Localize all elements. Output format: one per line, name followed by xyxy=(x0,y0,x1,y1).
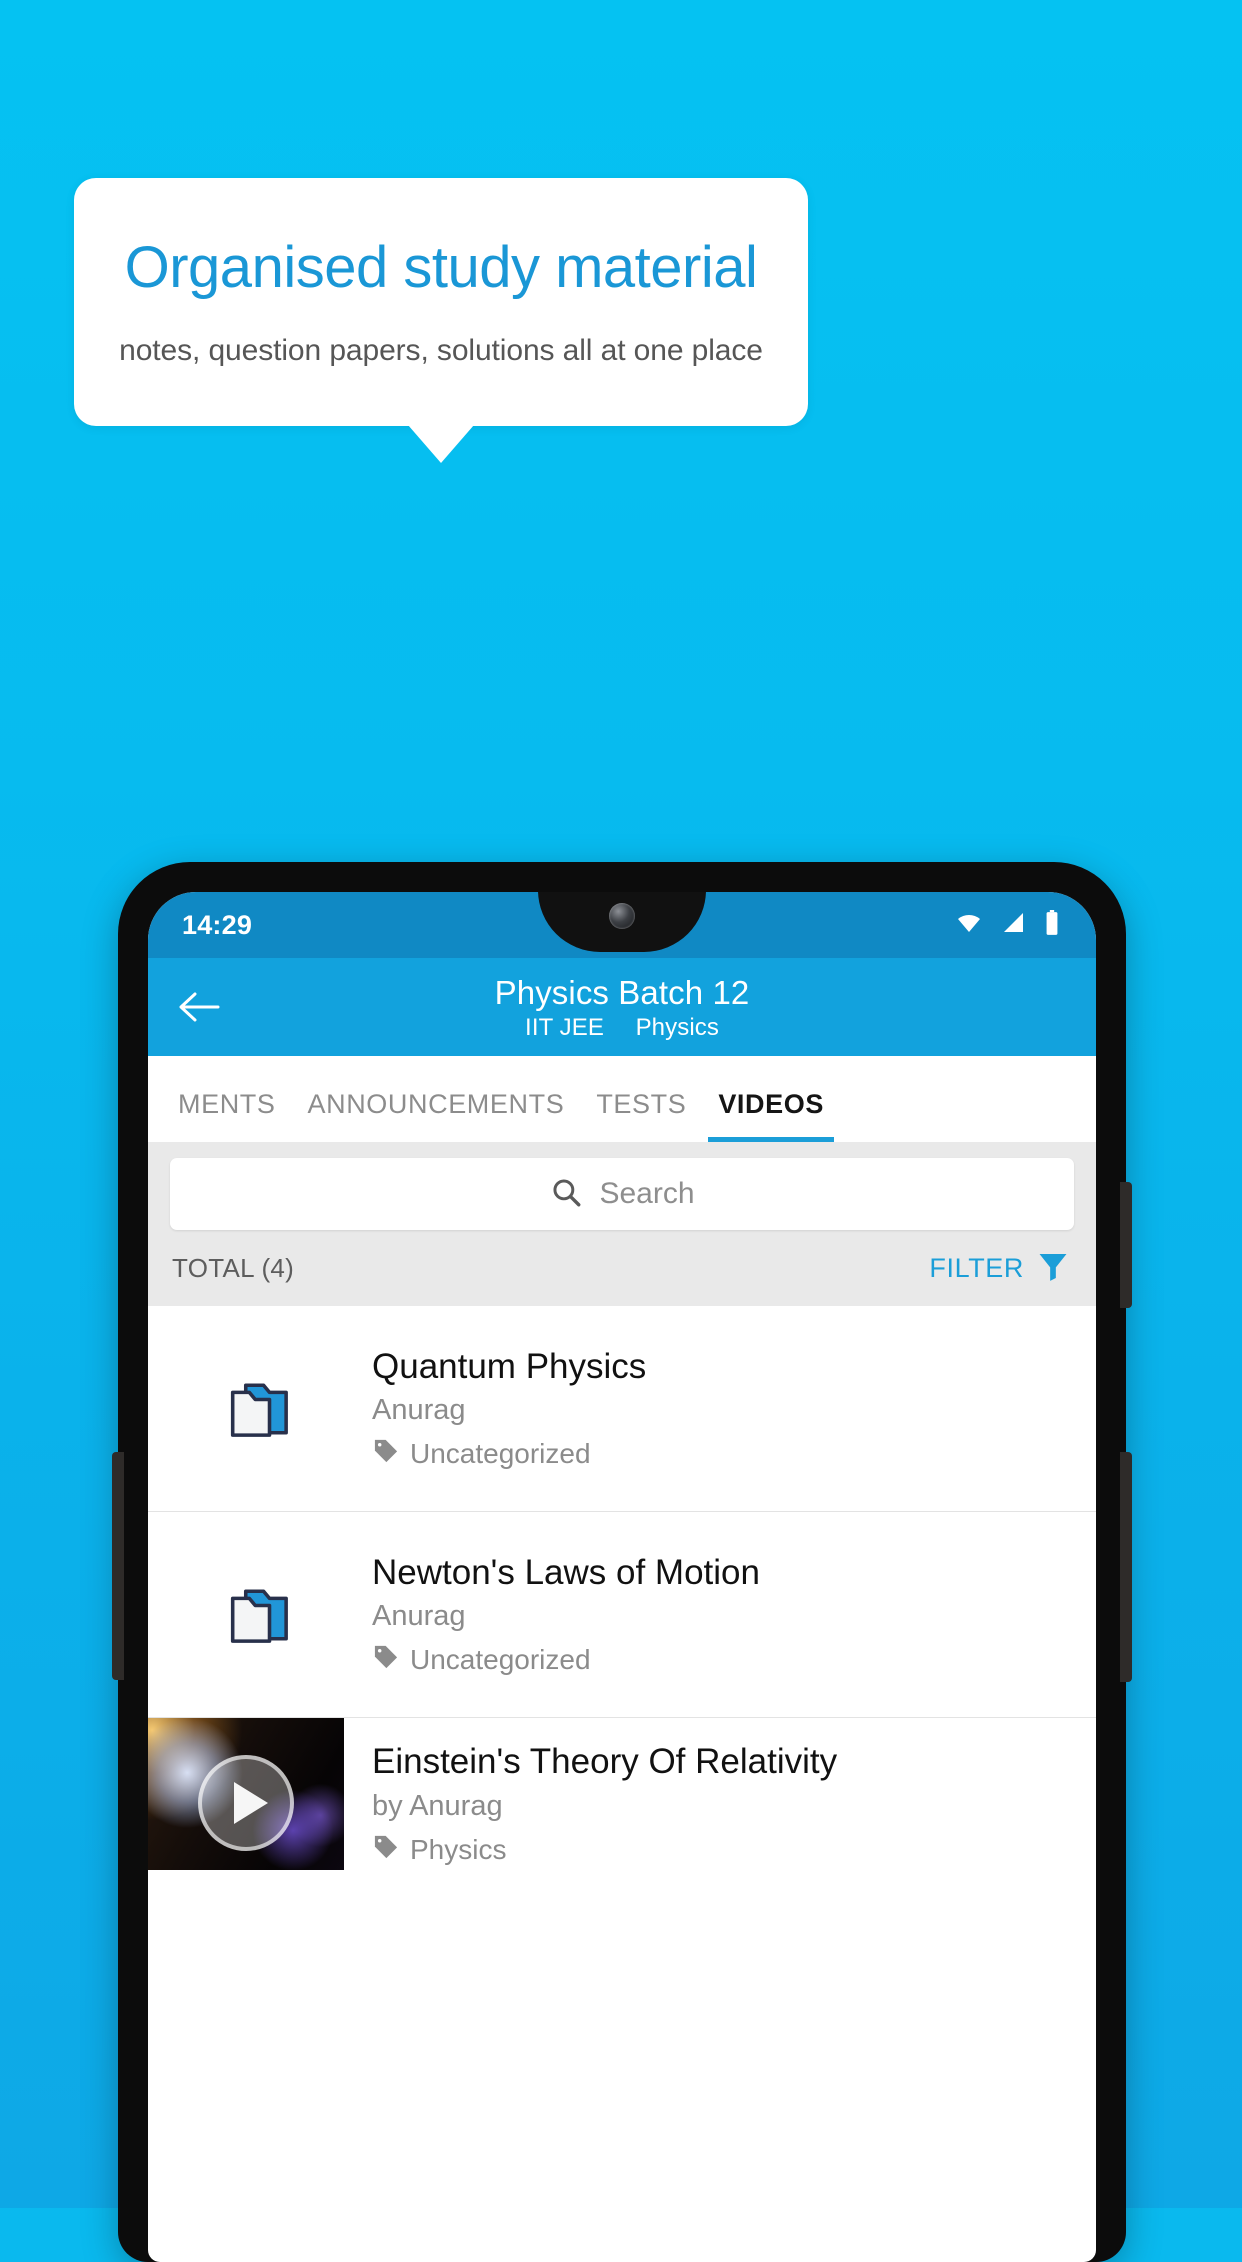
back-arrow-icon[interactable] xyxy=(176,983,224,1031)
tag-icon xyxy=(372,1437,400,1470)
list-item-tag-label: Physics xyxy=(410,1833,507,1865)
search-area: Search TOTAL (4) FILTER xyxy=(148,1142,1096,1306)
list-item-author: Anurag xyxy=(372,1600,466,1633)
promo-card: Organised study material notes, question… xyxy=(74,178,808,426)
total-count: TOTAL (4) xyxy=(172,1252,295,1283)
phone-volume-button[interactable] xyxy=(1120,1452,1132,1682)
tag-icon xyxy=(372,1833,400,1866)
tab-bar[interactable]: MENTS ANNOUNCEMENTS TESTS VIDEOS xyxy=(148,1056,1096,1142)
list-item[interactable]: Einstein's Theory Of Relativity by Anura… xyxy=(148,1718,1096,1870)
front-camera xyxy=(609,903,635,929)
phone-side-button-left[interactable] xyxy=(112,1452,124,1680)
page-subtitle: notes, question papers, solutions all at… xyxy=(119,333,763,367)
list-item-tag: Uncategorized xyxy=(372,1437,1080,1470)
speech-bubble-tail xyxy=(408,425,474,463)
batch-exam: IIT JEE xyxy=(525,1014,604,1042)
play-triangle xyxy=(234,1782,268,1825)
page-title: Organised study material xyxy=(124,235,758,301)
batch-subject: Physics xyxy=(635,1014,719,1042)
tab-announcements[interactable]: ANNOUNCEMENTS xyxy=(292,1089,581,1142)
search-input[interactable]: Search xyxy=(170,1158,1074,1230)
list-item[interactable]: Quantum Physics Anurag Uncategorized xyxy=(148,1306,1096,1512)
folder-icon xyxy=(148,1577,372,1653)
search-icon xyxy=(549,1175,583,1214)
list-item-author: Anurag xyxy=(372,1394,466,1427)
list-item-title: Quantum Physics xyxy=(372,1346,647,1386)
filter-label: FILTER xyxy=(929,1252,1024,1283)
list-item-text: Einstein's Theory Of Relativity by Anura… xyxy=(344,1718,1096,1870)
list-item-tag: Physics xyxy=(372,1833,1080,1866)
status-clock: 14:29 xyxy=(182,909,253,940)
phone-notch xyxy=(538,892,706,952)
filter-button[interactable]: FILTER xyxy=(929,1249,1070,1288)
battery-icon xyxy=(1044,909,1060,941)
signal-icon xyxy=(1001,911,1027,940)
tag-icon xyxy=(372,1643,400,1676)
play-icon[interactable] xyxy=(198,1755,294,1852)
wifi-icon xyxy=(954,911,984,940)
list-item-title: Newton's Laws of Motion xyxy=(372,1552,760,1592)
list-item[interactable]: Newton's Laws of Motion Anurag Uncategor… xyxy=(148,1512,1096,1718)
content-list: Quantum Physics Anurag Uncategorized New… xyxy=(148,1306,1096,1870)
status-bar: 14:29 xyxy=(148,892,1096,958)
list-header: TOTAL (4) FILTER xyxy=(170,1230,1074,1306)
status-icons xyxy=(954,909,1060,941)
app-bar: Physics Batch 12 IIT JEE Physics xyxy=(148,958,1096,1056)
phone-mockup: 14:29 Physics Batch 12 IIT JEE Physics M… xyxy=(112,862,1132,2262)
batch-title: Physics Batch 12 xyxy=(494,973,750,1011)
list-item-title: Einstein's Theory Of Relativity xyxy=(372,1742,838,1781)
list-item-tag-label: Uncategorized xyxy=(410,1643,591,1675)
phone-power-button[interactable] xyxy=(1120,1182,1132,1308)
app-bar-titles: Physics Batch 12 IIT JEE Physics xyxy=(148,972,1096,1043)
search-placeholder: Search xyxy=(599,1177,695,1210)
list-item-text: Newton's Laws of Motion Anurag Uncategor… xyxy=(372,1553,1096,1676)
tab-assignments[interactable]: MENTS xyxy=(162,1089,292,1142)
list-item-tag: Uncategorized xyxy=(372,1643,1080,1676)
funnel-icon xyxy=(1036,1249,1070,1288)
phone-screen: 14:29 Physics Batch 12 IIT JEE Physics M… xyxy=(148,892,1096,2262)
batch-subtitle: IIT JEE Physics xyxy=(148,1014,1096,1042)
tab-tests[interactable]: TESTS xyxy=(580,1089,702,1142)
list-item-tag-label: Uncategorized xyxy=(410,1437,591,1469)
video-thumbnail[interactable] xyxy=(148,1718,344,1870)
tab-videos[interactable]: VIDEOS xyxy=(702,1089,840,1142)
list-item-text: Quantum Physics Anurag Uncategorized xyxy=(372,1347,1096,1470)
list-item-author: by Anurag xyxy=(372,1790,503,1823)
folder-icon xyxy=(148,1371,372,1447)
